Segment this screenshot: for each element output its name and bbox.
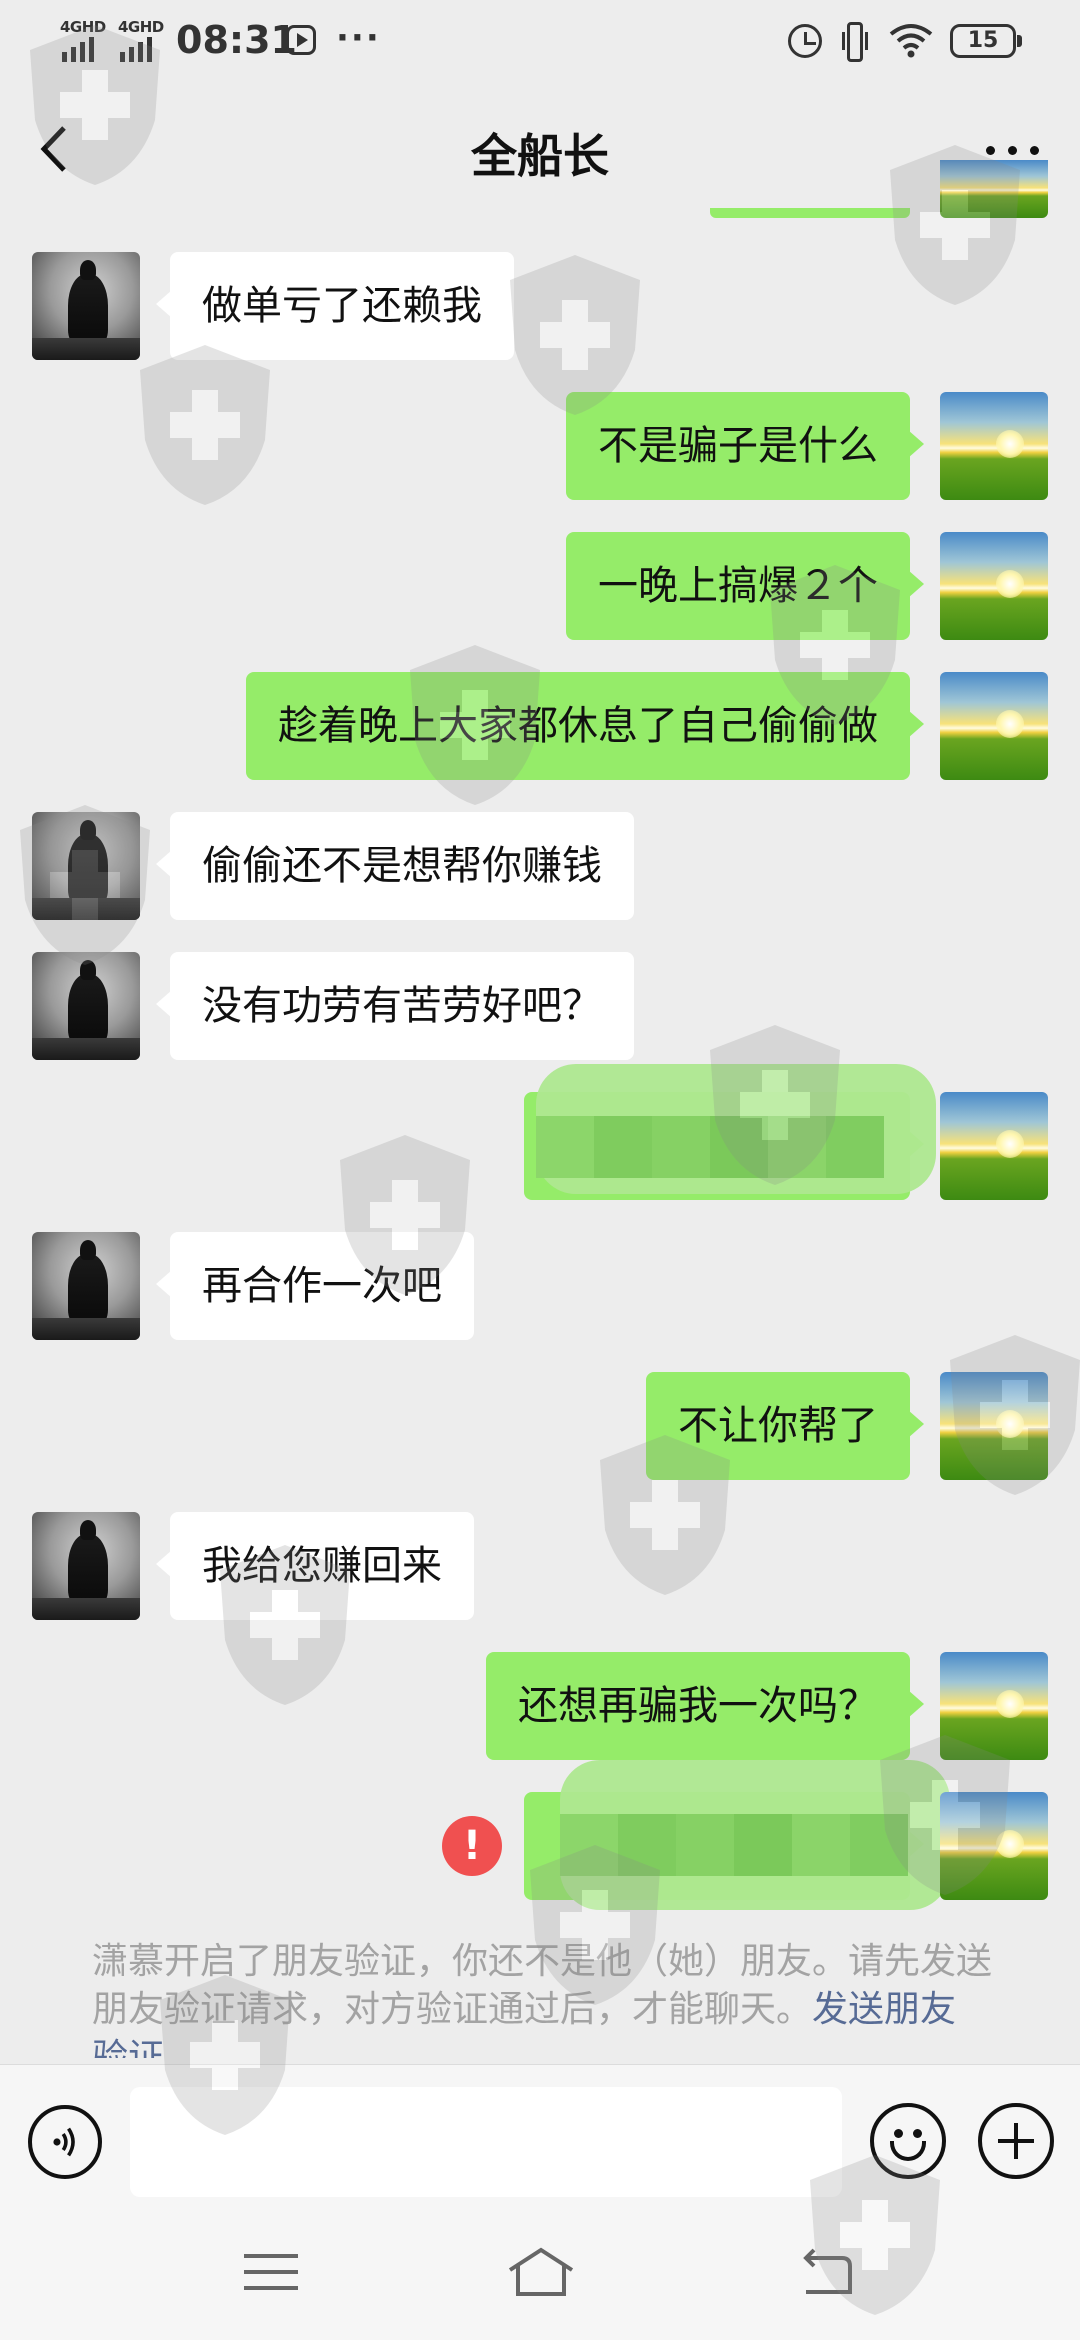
battery-indicator: 15 (950, 24, 1022, 58)
chat-header: 全船长 (0, 84, 1080, 214)
contact-avatar[interactable] (32, 1512, 140, 1620)
message-bubble-outgoing[interactable]: 还想再骗我一次吗？ (486, 1652, 924, 1760)
signal-icon: 4GHD (60, 18, 112, 62)
my-avatar (940, 160, 1048, 218)
my-avatar[interactable] (940, 392, 1048, 500)
plus-icon[interactable] (978, 2103, 1054, 2179)
error-icon[interactable]: ! (442, 1816, 502, 1876)
more-notifications-icon: ··· (336, 18, 381, 58)
input-bar (0, 2064, 1080, 2212)
message-bubble-outgoing[interactable]: 不让你帮了 (646, 1372, 924, 1480)
watermark-shield-icon (140, 345, 270, 505)
wifi-icon (889, 24, 933, 58)
chat-title: 全船长 (471, 129, 609, 183)
vibrate-icon (842, 22, 868, 62)
my-avatar[interactable] (940, 1092, 1048, 1200)
signal-icon: 4GHD (118, 18, 170, 62)
message-bubble-outgoing[interactable]: 趁着晚上大家都休息了自己偷偷做 (246, 672, 924, 780)
chevron-left-icon[interactable] (36, 124, 76, 174)
message-bubble-incoming[interactable]: 再合作一次吧 (156, 1232, 474, 1340)
cut-off-bubble (710, 208, 910, 218)
message-bubble-incoming[interactable]: 偷偷还不是想帮你赚钱 (156, 812, 634, 920)
redaction-mosaic (560, 1814, 908, 1876)
contact-avatar[interactable] (32, 812, 140, 920)
contact-avatar[interactable] (32, 952, 140, 1060)
voice-icon[interactable] (28, 2105, 102, 2179)
my-avatar[interactable] (940, 1372, 1048, 1480)
menu-icon[interactable] (244, 2250, 298, 2294)
message-bubble-outgoing[interactable]: 一晚上搞爆２个 (566, 532, 924, 640)
alarm-icon (788, 24, 822, 58)
message-bubble-incoming[interactable]: 我给您赚回来 (156, 1512, 474, 1620)
status-bar: 4GHD 4GHD 08:31 ··· 15 (0, 0, 1080, 84)
redaction-mosaic (536, 1116, 884, 1178)
system-nav-bar (0, 2212, 1080, 2340)
message-bubble-outgoing[interactable]: 不是骗子是什么 (566, 392, 924, 500)
contact-avatar[interactable] (32, 252, 140, 360)
my-avatar[interactable] (940, 672, 1048, 780)
message-bubble-incoming[interactable]: 做单亏了还赖我 (156, 252, 514, 360)
network-label: 4GHD (118, 18, 164, 36)
home-icon[interactable] (506, 2246, 576, 2298)
emoji-icon[interactable] (870, 2103, 946, 2179)
status-time: 08:31 (176, 18, 297, 62)
network-label: 4GHD (60, 18, 106, 36)
friend-verification-notice: 潇慕开启了朋友验证，你还不是他（她）朋友。请先发送朋友验证请求，对方验证通过后，… (92, 1938, 992, 2058)
my-avatar[interactable] (940, 1792, 1048, 1900)
message-input[interactable] (130, 2087, 842, 2197)
contact-avatar[interactable] (32, 1232, 140, 1340)
my-avatar[interactable] (940, 1652, 1048, 1760)
media-play-icon (286, 25, 316, 55)
my-avatar[interactable] (940, 532, 1048, 640)
message-bubble-incoming[interactable]: 没有功劳有苦劳好吧？ (156, 952, 634, 1060)
back-nav-icon[interactable] (796, 2246, 856, 2298)
